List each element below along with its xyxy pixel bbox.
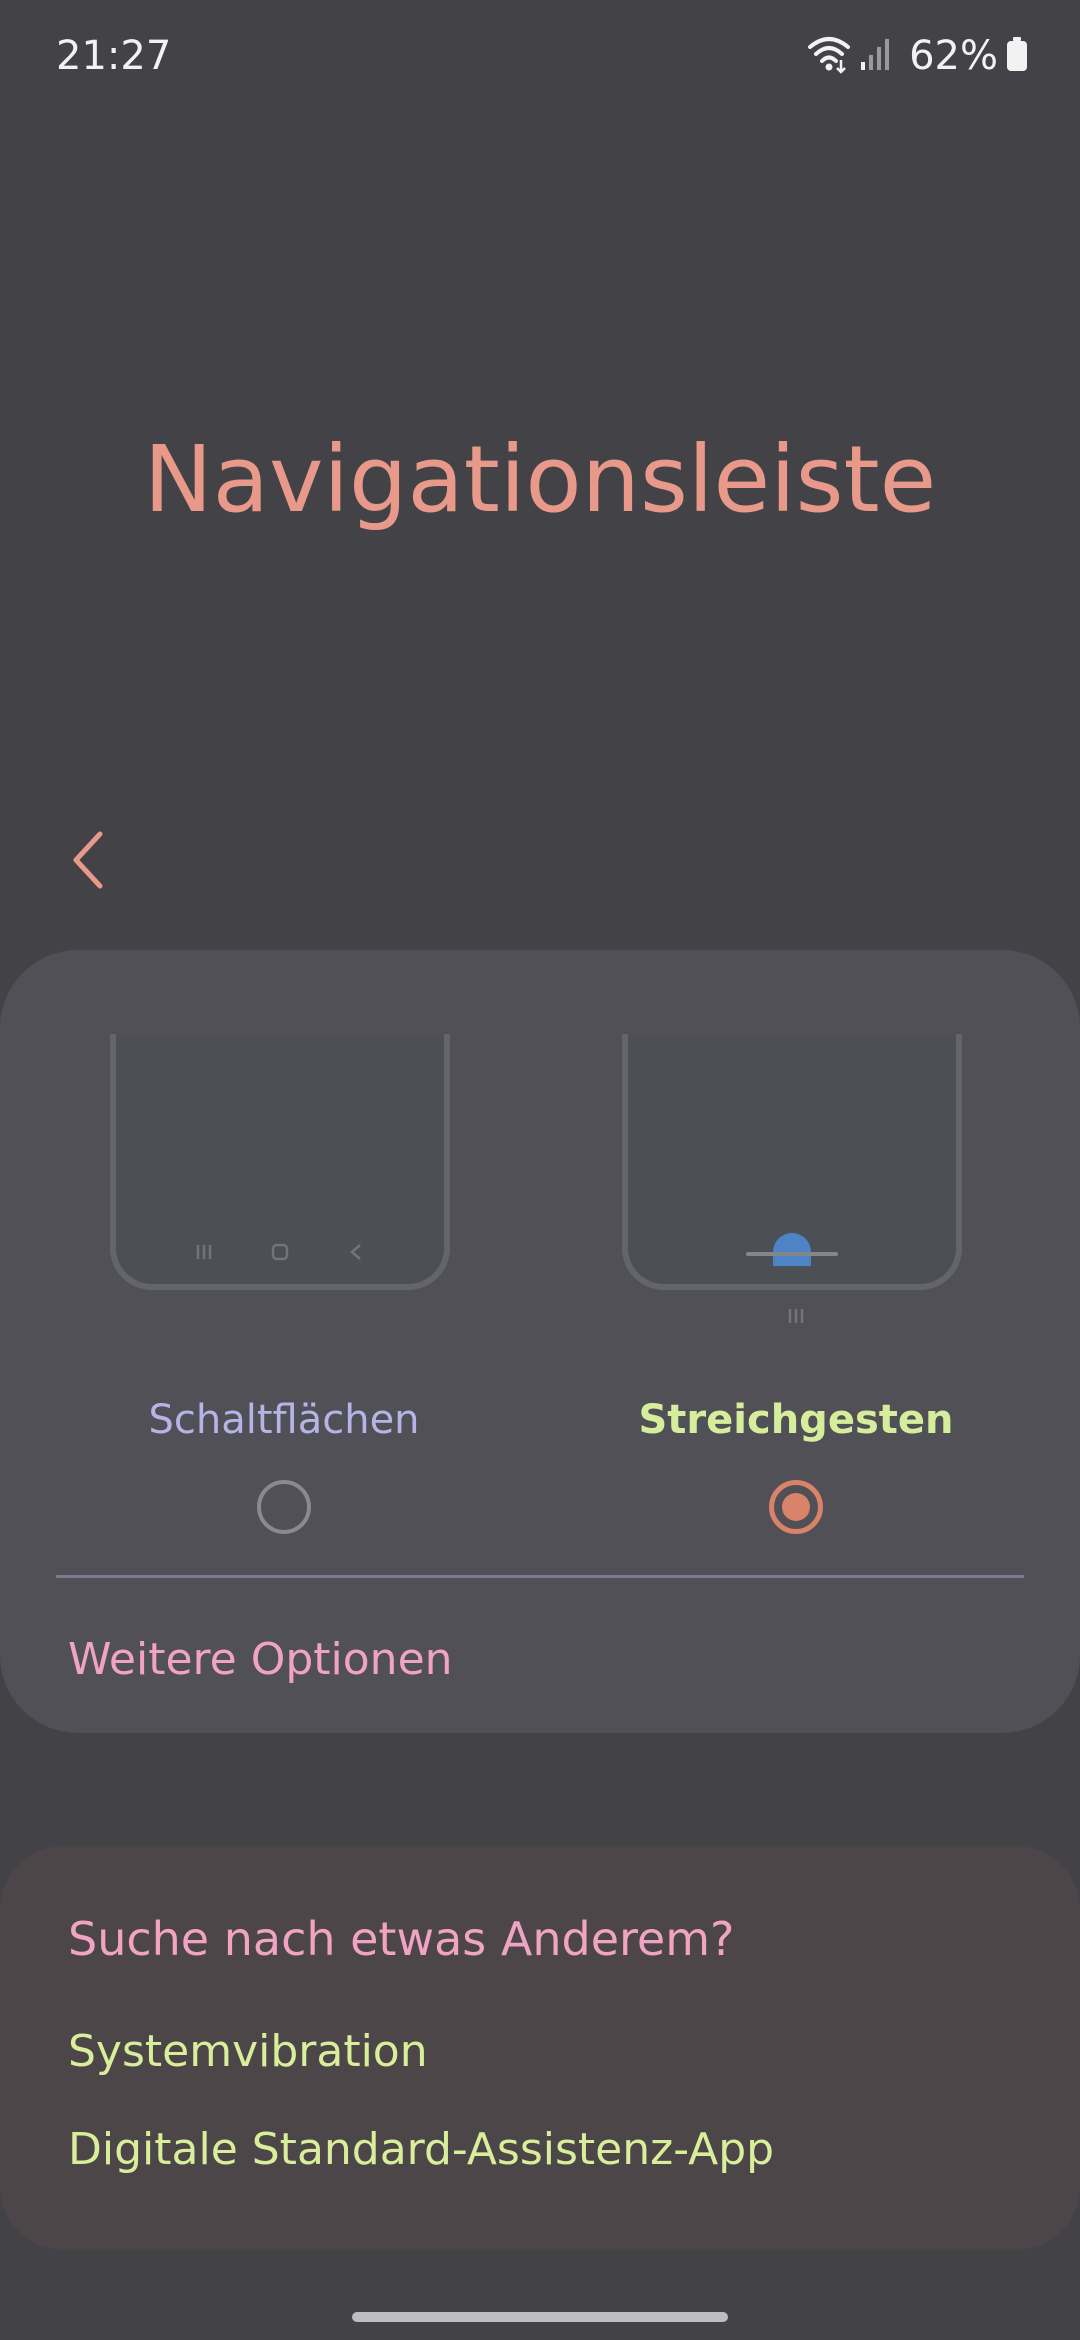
suggestions-title: Suche nach etwas Anderem? xyxy=(68,1912,735,1966)
status-bar: 21:27 62% xyxy=(0,0,1080,112)
cellular-signal-icon xyxy=(859,36,891,76)
option-label-gestures[interactable]: Streichgesten xyxy=(546,1390,1046,1450)
wifi-icon xyxy=(807,34,851,78)
radio-buttons[interactable] xyxy=(257,1480,311,1534)
home-icon xyxy=(270,1242,290,1266)
back-button[interactable] xyxy=(56,820,120,900)
home-indicator[interactable] xyxy=(352,2312,728,2322)
suggestion-link-system-vibration[interactable]: Systemvibration xyxy=(68,2022,428,2082)
suggestion-link-assistant-app[interactable]: Digitale Standard-Assistenz-App xyxy=(68,2120,774,2180)
suggestions-card: Suche nach etwas Anderem? Systemvibratio… xyxy=(0,1846,1080,2250)
status-time: 21:27 xyxy=(56,33,172,79)
divider xyxy=(56,1575,1024,1578)
back-icon xyxy=(346,1242,366,1266)
gesture-recents-icon xyxy=(786,1306,806,1330)
recents-icon xyxy=(194,1242,214,1266)
navigation-type-card: Schaltflächen Streichgesten Weitere Opti… xyxy=(0,950,1080,1733)
gesture-hint-icon xyxy=(745,1226,839,1276)
page-title: Navigationsleiste xyxy=(143,426,937,533)
status-icons: 62% xyxy=(807,28,1028,84)
option-label-buttons[interactable]: Schaltflächen xyxy=(34,1390,534,1450)
chevron-left-icon xyxy=(73,831,103,889)
more-options-link[interactable]: Weitere Optionen xyxy=(68,1630,453,1690)
radio-gestures[interactable] xyxy=(769,1480,823,1534)
preview-nav-buttons xyxy=(116,1242,444,1266)
buttons-preview[interactable] xyxy=(110,1034,450,1290)
battery-icon xyxy=(1006,36,1028,76)
gestures-preview[interactable] xyxy=(622,1034,962,1290)
battery-percent: 62% xyxy=(909,33,998,79)
